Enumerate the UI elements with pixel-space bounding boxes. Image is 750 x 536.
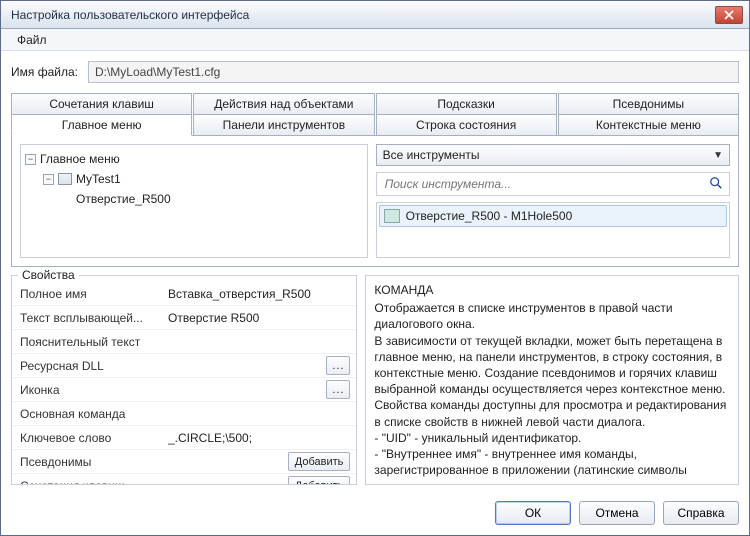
prop-row-aliases[interactable]: Псевдонимы Добавить <box>12 450 356 474</box>
window-title: Настройка пользовательского интерфейса <box>11 8 715 22</box>
prop-name: Сочетания клавиш <box>12 479 162 485</box>
browse-icon-button[interactable]: ... <box>326 380 350 399</box>
prop-name: Ресурсная DLL <box>12 359 162 373</box>
tab-context-menus[interactable]: Контекстные меню <box>558 114 739 136</box>
menu-item-icon <box>58 173 72 185</box>
help-text: Свойства команды доступны для просмотра … <box>374 397 736 429</box>
tree-node-mytest1[interactable]: − MyTest1 <box>43 169 363 189</box>
help-text: - "UID" - уникальный идентификатор. <box>374 430 736 446</box>
prop-name: Ключевое слово <box>12 431 162 445</box>
help-button[interactable]: Справка <box>663 501 739 525</box>
content-area: Имя файла: Сочетания клавиш Действия над… <box>1 51 749 493</box>
tab-toolbars[interactable]: Панели инструментов <box>193 114 374 136</box>
help-text: Отображается в списке инструментов в пра… <box>374 300 736 332</box>
tool-search <box>376 172 730 196</box>
help-heading: КОМАНДА <box>374 282 736 298</box>
dialog-footer: ОК Отмена Справка <box>1 493 749 535</box>
prop-value[interactable]: Вставка_отверстия_R500 <box>168 287 350 301</box>
help-text: В зависимости от текущей вкладки, может … <box>374 333 736 398</box>
dialog-window: Настройка пользовательского интерфейса Ф… <box>0 0 750 536</box>
tree-node-hole[interactable]: Отверстие_R500 <box>61 189 363 209</box>
properties-panel: Свойства Полное имя Вставка_отверстия_R5… <box>11 275 357 485</box>
browse-dll-button[interactable]: ... <box>326 356 350 375</box>
tree-node-label: Главное меню <box>40 152 120 166</box>
tools-panel: Все инструменты ▼ Отверстие_R500 - M1Hol… <box>376 144 730 258</box>
ok-button[interactable]: ОК <box>495 501 571 525</box>
tab-tooltips[interactable]: Подсказки <box>376 93 557 115</box>
prop-row-shortcuts[interactable]: Сочетания клавиш Добавить <box>12 474 356 484</box>
prop-name: Псевдонимы <box>12 455 162 469</box>
tabs-block: Сочетания клавиш Действия над объектами … <box>11 93 739 267</box>
file-row: Имя файла: <box>11 61 739 83</box>
prop-row-resource-dll[interactable]: Ресурсная DLL ... <box>12 354 356 378</box>
tools-filter-dropdown[interactable]: Все инструменты ▼ <box>376 144 730 166</box>
search-icon[interactable] <box>709 176 723 193</box>
prop-name: Текст всплывающей... <box>12 311 162 325</box>
help-text: - "Внутреннее имя" - внутреннее имя кома… <box>374 446 736 478</box>
prop-row-base-command[interactable]: Основная команда <box>12 402 356 426</box>
menu-file[interactable]: Файл <box>9 31 55 49</box>
add-alias-button[interactable]: Добавить <box>288 452 351 471</box>
prop-row-description[interactable]: Пояснительный текст <box>12 330 356 354</box>
tree-node-label: MyTest1 <box>76 172 121 186</box>
prop-row-keyword[interactable]: Ключевое слово _.CIRCLE;\500; <box>12 426 356 450</box>
prop-value[interactable]: _.CIRCLE;\500; <box>168 431 350 445</box>
properties-scroll[interactable]: Полное имя Вставка_отверстия_R500 Текст … <box>12 282 356 484</box>
lower-row: Свойства Полное имя Вставка_отверстия_R5… <box>11 275 739 485</box>
chevron-down-icon: ▼ <box>713 150 723 161</box>
prop-name: Основная команда <box>12 407 162 421</box>
tool-item[interactable]: Отверстие_R500 - M1Hole500 <box>379 205 727 227</box>
close-button[interactable] <box>715 6 743 24</box>
tab-main-menu[interactable]: Главное меню <box>11 114 192 136</box>
tab-status-bar[interactable]: Строка состояния <box>376 114 557 136</box>
tabs-row-top: Сочетания клавиш Действия над объектами … <box>11 93 739 115</box>
tree-collapse-icon[interactable]: − <box>25 154 36 165</box>
tab-shortcuts[interactable]: Сочетания клавиш <box>11 93 192 115</box>
prop-name: Пояснительный текст <box>12 335 162 349</box>
cancel-button[interactable]: Отмена <box>579 501 655 525</box>
tool-search-input[interactable] <box>383 174 703 194</box>
close-icon <box>724 10 734 20</box>
add-shortcut-button[interactable]: Добавить <box>288 476 351 484</box>
tabs-row-bottom: Главное меню Панели инструментов Строка … <box>11 114 739 136</box>
tree-collapse-icon[interactable]: − <box>43 174 54 185</box>
prop-name: Иконка <box>12 383 162 397</box>
tree-node-root[interactable]: − Главное меню <box>25 149 363 169</box>
prop-row-tooltip-text[interactable]: Текст всплывающей... Отверстие R500 <box>12 306 356 330</box>
tab-body: − Главное меню − MyTest1 Отверстие_R500 <box>11 135 739 267</box>
tab-object-actions[interactable]: Действия над объектами <box>193 93 374 115</box>
dropdown-value: Все инструменты <box>383 148 714 162</box>
prop-value[interactable]: Отверстие R500 <box>168 311 350 325</box>
file-name-label: Имя файла: <box>11 65 78 79</box>
prop-row-full-name[interactable]: Полное имя Вставка_отверстия_R500 <box>12 282 356 306</box>
tree-node-label: Отверстие_R500 <box>76 192 171 206</box>
file-name-input[interactable] <box>88 61 739 83</box>
properties-grid: Полное имя Вставка_отверстия_R500 Текст … <box>12 282 356 484</box>
tools-list[interactable]: Отверстие_R500 - M1Hole500 <box>376 202 730 258</box>
prop-name: Полное имя <box>12 287 162 301</box>
tool-item-label: Отверстие_R500 - M1Hole500 <box>406 209 573 223</box>
properties-legend: Свойства <box>18 268 79 282</box>
tool-item-icon <box>384 209 400 223</box>
menu-tree[interactable]: − Главное меню − MyTest1 Отверстие_R500 <box>20 144 368 258</box>
titlebar: Настройка пользовательского интерфейса <box>1 1 749 29</box>
prop-row-icon[interactable]: Иконка ... <box>12 378 356 402</box>
menubar: Файл <box>1 29 749 51</box>
help-panel[interactable]: КОМАНДА Отображается в списке инструмент… <box>365 275 739 485</box>
tab-aliases[interactable]: Псевдонимы <box>558 93 739 115</box>
